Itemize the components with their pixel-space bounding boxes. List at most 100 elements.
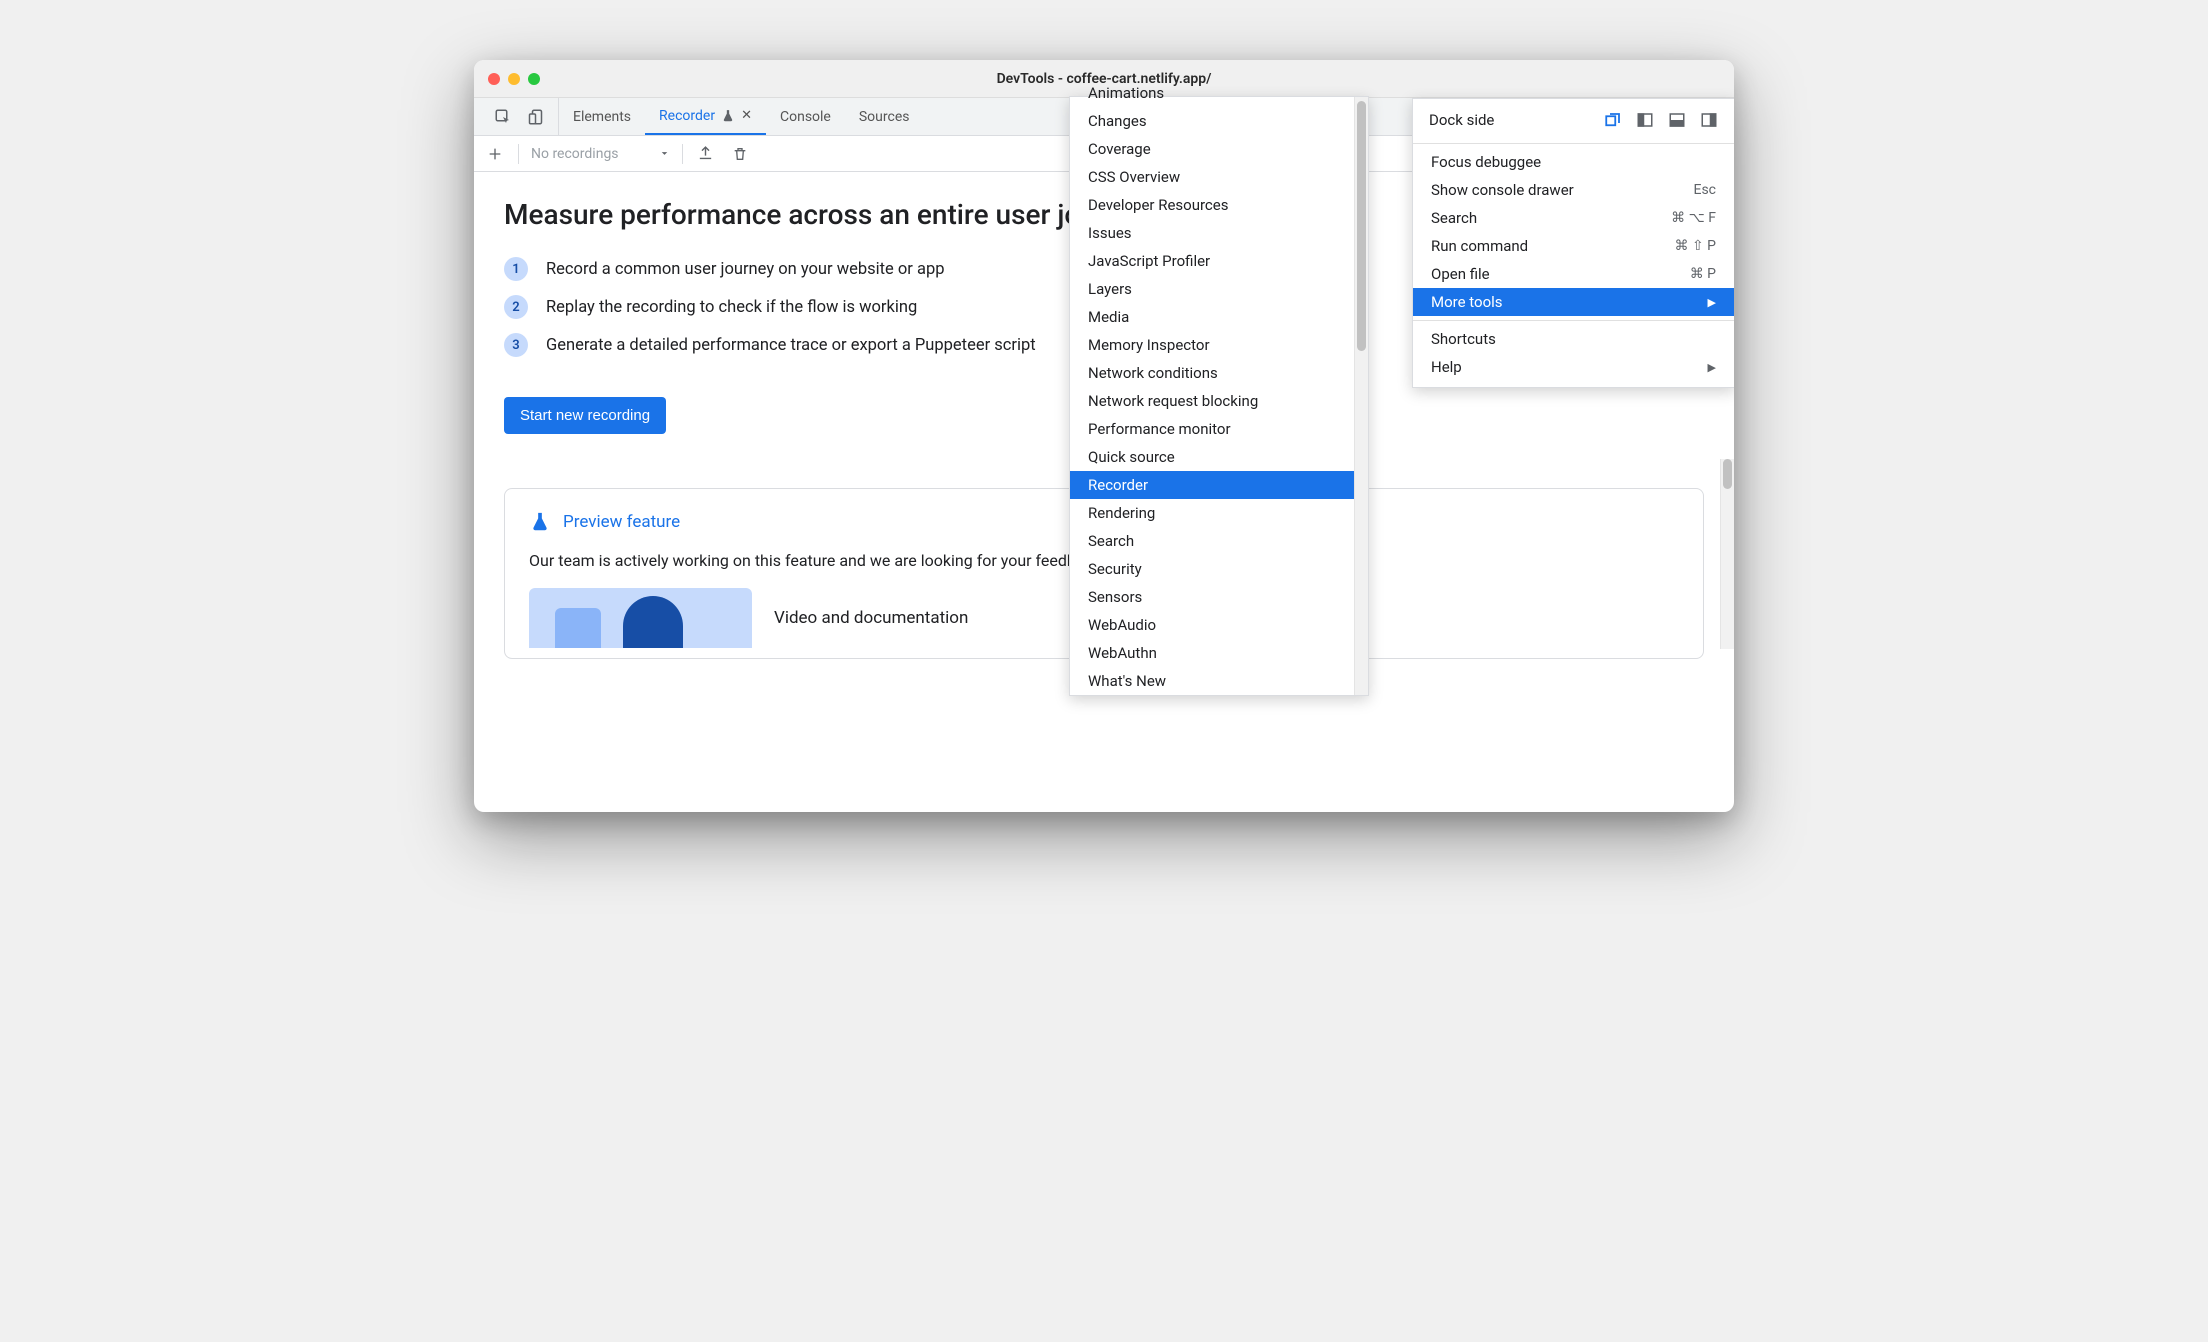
flask-icon [721,109,735,123]
menu-item-label: Show console drawer [1431,181,1574,199]
tools-menu-item-label: What's New [1088,672,1166,690]
tools-menu-item-label: Quick source [1088,448,1175,466]
dock-side-label: Dock side [1429,111,1494,129]
tools-menu-item[interactable]: WebAudio [1070,611,1368,639]
tools-menu-item-label: Search [1088,532,1134,550]
tools-menu-item-label: Changes [1088,112,1147,130]
menu-item-label: Search [1431,209,1477,227]
scrollbar[interactable] [1720,459,1734,649]
flask-icon [529,511,551,533]
more-tools-submenu: AnimationsChangesCoverageCSS OverviewDev… [1069,96,1369,696]
tab-label: Sources [859,109,910,125]
menu-item-label: Open file [1431,265,1490,283]
tools-menu-item[interactable]: Developer Resources [1070,191,1368,219]
step-number-badge: 1 [504,257,528,281]
step-number-badge: 3 [504,333,528,357]
tab-label: Elements [573,109,631,125]
tab-label: Recorder [659,108,715,124]
tools-menu-item-label: JavaScript Profiler [1088,252,1210,270]
export-icon[interactable] [695,143,717,165]
step-number-badge: 2 [504,295,528,319]
tools-menu-item[interactable]: Media [1070,303,1368,331]
step-text: Replay the recording to check if the flo… [546,298,917,317]
submenu-arrow-icon: ▶ [1708,296,1716,309]
add-recording-button[interactable] [484,143,506,165]
dock-right-icon[interactable] [1700,111,1718,129]
tools-menu-item[interactable]: CSS Overview [1070,163,1368,191]
menu-item-label: Run command [1431,237,1528,255]
submenu-arrow-icon: ▶ [1708,361,1716,374]
tools-menu-item[interactable]: Coverage [1070,135,1368,163]
tools-menu-item[interactable]: JavaScript Profiler [1070,247,1368,275]
video-label: Video and documentation [774,608,968,628]
tools-menu-item-label: Network conditions [1088,364,1218,382]
tools-menu-item[interactable]: Animations [1070,79,1368,107]
menu-item-focus-debuggee[interactable]: Focus debuggee [1413,148,1734,176]
recordings-dropdown[interactable]: No recordings [531,146,670,162]
menu-item-more-tools[interactable]: More tools ▶ [1413,288,1734,316]
menu-item-help[interactable]: Help ▶ [1413,353,1734,381]
tools-menu-item[interactable]: Network conditions [1070,359,1368,387]
menu-item-label: More tools [1431,293,1503,311]
menu-item-label: Help [1431,358,1462,376]
tools-menu-item[interactable]: Recorder [1070,471,1368,499]
close-icon[interactable]: ✕ [741,108,752,123]
menu-item-shortcuts[interactable]: Shortcuts [1413,325,1734,353]
inspect-element-icon[interactable] [492,106,514,128]
dock-bottom-icon[interactable] [1668,111,1686,129]
menu-item-label: Shortcuts [1431,330,1496,348]
menu-divider [1413,320,1734,321]
tools-menu-item[interactable]: Security [1070,555,1368,583]
menu-item-search[interactable]: Search ⌘ ⌥ F [1413,204,1734,232]
tools-menu-item-label: Issues [1088,224,1132,242]
tools-menu-item[interactable]: Performance monitor [1070,415,1368,443]
main-options-menu: Dock side Focus debuggee S [1412,98,1734,388]
dock-undock-icon[interactable] [1604,111,1622,129]
tools-menu-item-label: Performance monitor [1088,420,1231,438]
dock-left-icon[interactable] [1636,111,1654,129]
menu-item-show-console-drawer[interactable]: Show console drawer Esc [1413,176,1734,204]
delete-icon[interactable] [729,143,751,165]
tab-elements[interactable]: Elements [559,98,645,135]
menu-item-run-command[interactable]: Run command ⌘ ⇧ P [1413,232,1734,260]
devtools-window: DevTools - coffee-cart.netlify.app/ Elem… [474,60,1734,812]
traffic-lights [488,73,540,85]
window-zoom-button[interactable] [528,73,540,85]
tools-menu-item[interactable]: WebAuthn [1070,639,1368,667]
tools-menu-item[interactable]: Rendering [1070,499,1368,527]
tools-menu-item[interactable]: Network request blocking [1070,387,1368,415]
step-text: Generate a detailed performance trace or… [546,336,1036,355]
tab-label: Console [780,109,831,125]
scrollbar[interactable] [1354,97,1368,695]
preview-feature-link[interactable]: Preview feature [563,512,680,532]
tools-menu-item[interactable]: Layers [1070,275,1368,303]
menu-item-shortcut: ⌘ ⇧ P [1674,238,1716,254]
tools-menu-item-label: Sensors [1088,588,1142,606]
tab-console[interactable]: Console [766,98,845,135]
tools-menu-item[interactable]: Memory Inspector [1070,331,1368,359]
tools-menu-item[interactable]: What's New [1070,667,1368,695]
tools-menu-item-label: Layers [1088,280,1132,298]
step-text: Record a common user journey on your web… [546,260,945,279]
start-recording-button[interactable]: Start new recording [504,397,666,434]
menu-item-label: Focus debuggee [1431,153,1541,171]
tab-sources[interactable]: Sources [845,98,924,135]
tools-menu-item[interactable]: Sensors [1070,583,1368,611]
tools-menu-item[interactable]: Quick source [1070,443,1368,471]
tools-menu-item[interactable]: Search [1070,527,1368,555]
menu-item-open-file[interactable]: Open file ⌘ P [1413,260,1734,288]
tools-menu-item[interactable]: Changes [1070,107,1368,135]
tools-menu-item-label: Network request blocking [1088,392,1258,410]
video-thumbnail[interactable] [529,588,752,648]
tools-menu-item-label: Memory Inspector [1088,336,1210,354]
window-close-button[interactable] [488,73,500,85]
tools-menu-item-label: Media [1088,308,1129,326]
device-toolbar-icon[interactable] [526,106,548,128]
tools-menu-item[interactable]: Issues [1070,219,1368,247]
window-minimize-button[interactable] [508,73,520,85]
tools-menu-item-label: Security [1088,560,1142,578]
tools-menu-item-label: Rendering [1088,504,1155,522]
menu-item-shortcut: ⌘ P [1690,266,1716,282]
dock-side-row: Dock side [1413,103,1734,139]
tab-recorder[interactable]: Recorder ✕ [645,98,766,135]
